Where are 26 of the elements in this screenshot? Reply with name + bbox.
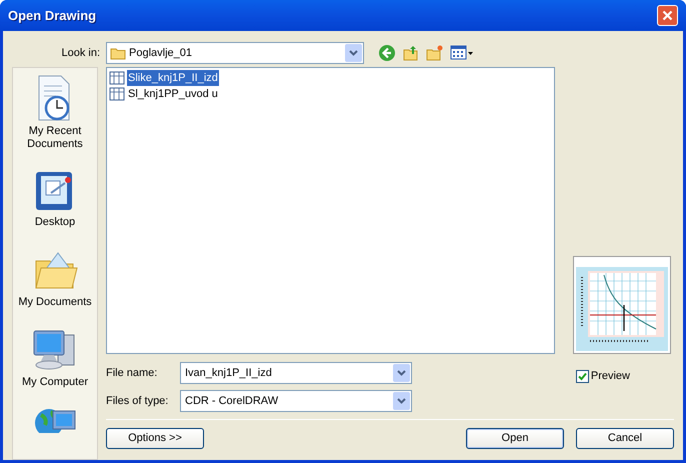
drawing-file-icon <box>109 87 125 101</box>
places-item[interactable]: My Documents <box>14 247 96 309</box>
cancel-button[interactable]: Cancel <box>576 428 674 449</box>
open-button[interactable]: Open <box>466 428 564 449</box>
file-name-field[interactable]: Ivan_knj1P_II_izd <box>180 362 412 384</box>
folder-icon <box>110 46 126 60</box>
file-type-label: Files of type: <box>106 394 170 409</box>
places-item[interactable]: My Recent Documents <box>14 74 96 151</box>
options-button[interactable]: Options >> <box>106 428 204 449</box>
preview-checkbox[interactable]: Preview <box>576 368 630 384</box>
new-folder-icon[interactable] <box>426 44 444 62</box>
places-item[interactable]: Desktop <box>14 169 96 229</box>
window-title: Open Drawing <box>8 6 96 25</box>
close-button[interactable] <box>657 5 678 26</box>
close-icon <box>662 10 673 21</box>
file-name-label: File name: <box>106 366 158 381</box>
look-in-dropdown[interactable]: Poglavlje_01 <box>106 42 364 64</box>
up-folder-icon[interactable] <box>402 44 420 62</box>
drawing-file-icon <box>109 71 125 85</box>
checkmark-icon <box>578 372 587 380</box>
look-in-label: Look in: <box>60 46 101 61</box>
file-item[interactable]: Slike_knj1P_II_izd <box>127 70 219 86</box>
file-type-dropdown[interactable]: CDR - CorelDRAW <box>180 390 412 412</box>
file-item[interactable]: Sl_knj1PP_uvod u <box>127 86 219 102</box>
view-menu-icon[interactable] <box>450 45 474 61</box>
places-item[interactable]: My Computer <box>14 327 96 389</box>
